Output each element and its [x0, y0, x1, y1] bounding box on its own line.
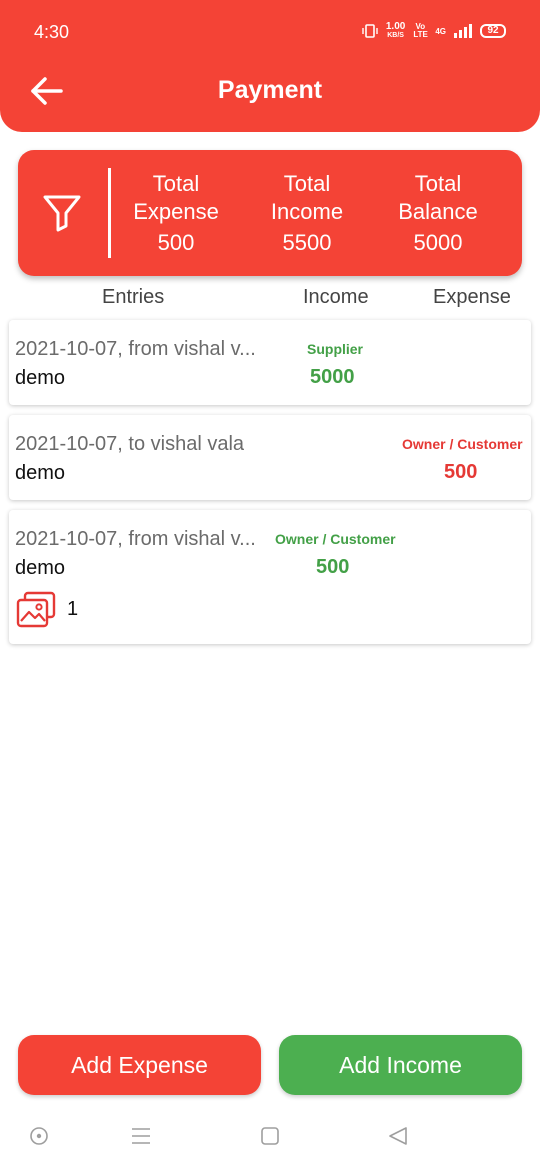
- entry-description: 2021-10-07, from vishal v...: [15, 528, 256, 550]
- volte-indicator: Vo LTE: [413, 22, 428, 39]
- status-time: 4:30: [34, 22, 70, 42]
- system-nav-bar: [0, 1108, 540, 1170]
- total-expense-label-2: Expense: [133, 199, 219, 224]
- add-expense-button[interactable]: Add Expense: [18, 1035, 261, 1095]
- column-header-entries: Entries: [102, 286, 165, 308]
- status-icons: 1.00 KB/S Vo LTE 4G 92: [362, 22, 506, 40]
- vibrate-icon: [362, 24, 378, 38]
- filter-icon[interactable]: [42, 192, 82, 234]
- total-balance: Total Balance 5000: [378, 170, 498, 257]
- network-speed-value: 1.00: [385, 21, 406, 32]
- attachment-count: 1: [67, 598, 79, 620]
- total-balance-value: 5000: [413, 230, 463, 255]
- total-expense-label-1: Total: [152, 171, 200, 196]
- summary-card: Total Expense 500 Total Income 5500 Tota…: [18, 150, 522, 276]
- page-title: Payment: [217, 76, 323, 104]
- app-header: 4:30 1.00 KB/S Vo LTE 4G 92 Payment: [0, 0, 540, 132]
- total-expense: Total Expense 500: [116, 170, 236, 257]
- column-header-income: Income: [303, 286, 369, 308]
- nav-menu-icon[interactable]: [131, 1126, 151, 1146]
- nav-circle-icon[interactable]: [29, 1126, 49, 1146]
- entry-amount: 500: [316, 556, 350, 578]
- total-income: Total Income 5500: [247, 170, 367, 257]
- nav-square-icon[interactable]: [260, 1126, 280, 1146]
- image-gallery-icon[interactable]: [15, 590, 57, 630]
- entry-description: 2021-10-07, from vishal v...: [15, 338, 256, 360]
- column-header-expense: Expense: [433, 286, 511, 308]
- entry-amount: 500: [444, 461, 478, 483]
- total-expense-value: 500: [157, 230, 195, 255]
- entry-party-type: Supplier: [307, 341, 364, 357]
- entry-amount: 5000: [310, 366, 355, 388]
- add-income-button[interactable]: Add Income: [279, 1035, 522, 1095]
- total-income-value: 5500: [282, 230, 332, 255]
- signal-icon: [454, 24, 472, 38]
- entry-card[interactable]: 2021-10-07, from vishal v... demo Suppli…: [9, 320, 531, 405]
- entry-party-type: Owner / Customer: [275, 531, 396, 547]
- total-income-label-2: Income: [270, 199, 344, 224]
- entry-note: demo: [15, 462, 66, 484]
- total-income-label-1: Total: [283, 171, 331, 196]
- summary-divider: [108, 168, 111, 258]
- entry-card[interactable]: 2021-10-07, to vishal vala demo Owner / …: [9, 415, 531, 500]
- total-balance-label-2: Balance: [398, 199, 478, 224]
- network-speed-unit: KB/S: [387, 32, 404, 39]
- network-speed: 1.00 KB/S: [386, 22, 405, 40]
- entry-card[interactable]: 2021-10-07, from vishal v... demo Owner …: [9, 510, 531, 644]
- nav-back-triangle-icon[interactable]: [388, 1126, 408, 1146]
- entry-description: 2021-10-07, to vishal vala: [15, 433, 245, 455]
- total-balance-label-1: Total: [414, 171, 462, 196]
- network-type: 4G: [435, 26, 446, 36]
- entry-note: demo: [15, 557, 66, 579]
- entry-party-type: Owner / Customer: [402, 436, 523, 452]
- entry-note: demo: [15, 367, 66, 389]
- battery-icon: 92: [480, 24, 506, 38]
- column-headers: Entries Income Expense: [0, 286, 540, 310]
